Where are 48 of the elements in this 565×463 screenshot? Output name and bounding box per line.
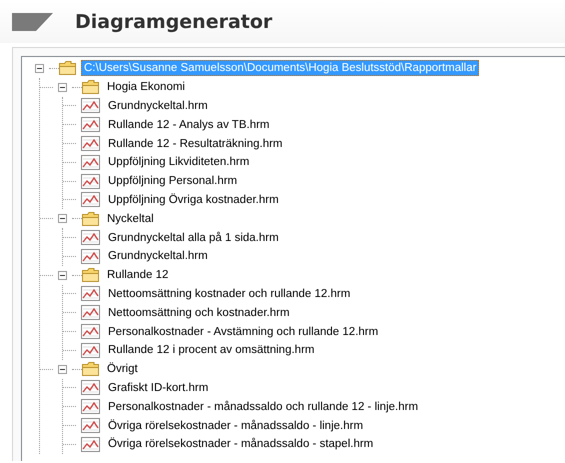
folder-item[interactable]: Hogia Ekonomi: [104, 79, 188, 96]
report-item[interactable]: Grafiskt ID-kort.hrm: [105, 380, 212, 396]
line-chart-icon: [81, 230, 100, 246]
line-chart-icon: [81, 174, 100, 189]
report-item[interactable]: Övriga rörelsekostnader - månadssaldo - stapel.hrm: [105, 436, 376, 452]
folder-item[interactable]: Nyckeltal: [104, 210, 157, 227]
line-chart-icon: [81, 98, 100, 114]
header-mark-icon: [12, 12, 53, 30]
collapse-icon[interactable]: [58, 214, 67, 224]
report-item[interactable]: Uppföljning Övriga kostnader.hrm: [105, 192, 282, 208]
report-item[interactable]: Personalkostnader - Avstämning och rullande 12.hrm: [105, 324, 382, 340]
folder-icon: [82, 268, 99, 282]
line-chart-icon: [81, 248, 100, 264]
line-chart-icon: [81, 305, 100, 320]
collapse-icon[interactable]: [58, 82, 67, 92]
line-chart-icon: [81, 399, 100, 414]
report-item[interactable]: Grundnyckeltal alla på 1 sida.hrm: [105, 230, 282, 246]
line-chart-icon: [81, 436, 100, 452]
folder-icon: [82, 362, 99, 376]
line-chart-icon: [81, 117, 100, 132]
report-item[interactable]: Rullande 12 i procent av omsättning.hrm: [105, 342, 318, 358]
line-chart-icon: [81, 342, 100, 358]
report-item[interactable]: Uppföljning Personal.hrm: [105, 173, 240, 190]
report-item[interactable]: Nettoomsättning kostnader och rullande 12.hrm: [105, 286, 354, 302]
folder-item[interactable]: Övrigt: [104, 361, 141, 378]
collapse-icon[interactable]: [58, 364, 67, 374]
folder-icon: [82, 80, 99, 94]
report-item[interactable]: Personalkostnader - månadssaldo och rullande 12 - linje.hrm: [105, 398, 422, 415]
folder-icon: [82, 212, 99, 226]
report-item[interactable]: Grundnyckeltal.hrm: [105, 98, 211, 114]
report-item[interactable]: Uppföljning Likviditeten.hrm: [105, 154, 252, 170]
report-item[interactable]: Övriga rörelsekostnader - månadssaldo - linje.hrm: [105, 418, 366, 434]
collapse-icon[interactable]: [35, 64, 44, 73]
page-title: Diagramgenerator: [75, 10, 272, 32]
report-item[interactable]: Grundnyckeltal.hrm: [105, 248, 211, 264]
line-chart-icon: [81, 136, 100, 152]
line-chart-icon: [81, 418, 100, 434]
line-chart-icon: [81, 380, 100, 396]
line-chart-icon: [81, 154, 100, 170]
folder-icon: [59, 61, 76, 76]
line-chart-icon: [81, 286, 100, 302]
collapse-icon[interactable]: [58, 270, 67, 280]
line-chart-icon: [81, 192, 100, 208]
report-item[interactable]: Rullande 12 - Resultaträkning.hrm: [105, 136, 286, 152]
line-chart-icon: [81, 324, 100, 340]
report-item[interactable]: Nettoomsättning och kostnader.hrm: [105, 304, 293, 321]
report-item[interactable]: Rullande 12 - Analys av TB.hrm: [105, 116, 273, 133]
folder-item[interactable]: Rullande 12: [104, 267, 172, 284]
